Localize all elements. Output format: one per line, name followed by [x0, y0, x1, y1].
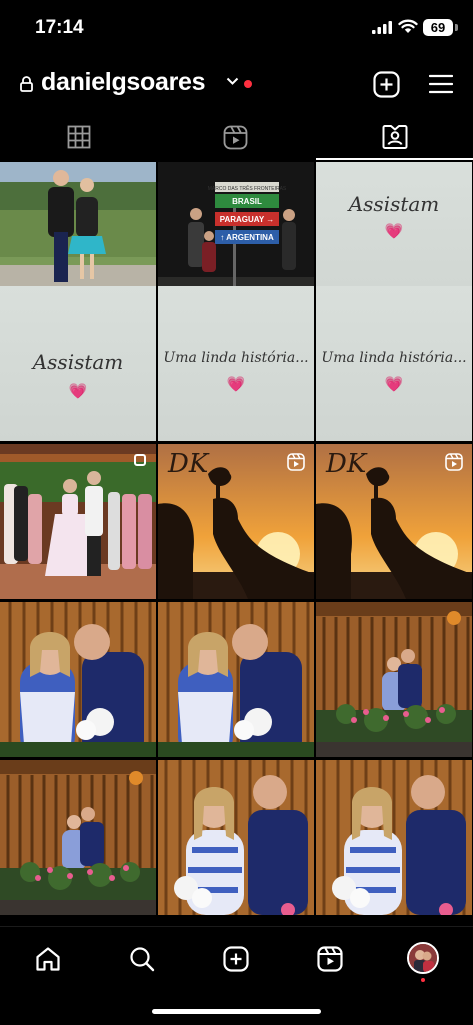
post-thumbnail[interactable]	[0, 602, 156, 757]
nav-home-button[interactable]	[28, 941, 68, 977]
cellular-signal-icon	[372, 21, 392, 34]
post-caption-text: Uma linda história...	[163, 350, 309, 366]
hamburger-menu-icon	[429, 74, 453, 94]
post-thumbnail[interactable]	[0, 760, 156, 915]
svg-text:PARAGUAY →: PARAGUAY →	[220, 215, 275, 224]
post-thumbnail[interactable]: DK	[316, 444, 472, 599]
post-thumbnail[interactable]	[316, 760, 472, 915]
post-caption-text: Assistam	[32, 350, 124, 374]
battery-tip	[455, 24, 458, 31]
post-photo	[316, 602, 472, 757]
posts-grid: MARCO DAS TRÊS FRONTEIRAS BRASIL PARAGUA…	[0, 162, 473, 924]
reels-badge-icon	[445, 453, 463, 471]
heart-icon: 💗	[384, 223, 404, 240]
post-thumbnail[interactable]	[316, 602, 472, 757]
post-photo	[158, 760, 314, 915]
chevron-down-icon[interactable]	[226, 77, 239, 86]
tab-reels[interactable]	[157, 114, 314, 160]
wifi-icon	[398, 19, 418, 33]
svg-text:MARCO DAS TRÊS FRONTEIRAS: MARCO DAS TRÊS FRONTEIRAS	[208, 184, 287, 192]
profile-tabs	[0, 114, 473, 160]
post-thumbnail[interactable]: Uma linda história... 💗	[158, 286, 314, 441]
username-title[interactable]: danielgsoares	[41, 68, 206, 97]
post-thumbnail[interactable]	[0, 444, 156, 599]
svg-text:DK: DK	[325, 449, 368, 479]
nav-reels-button[interactable]	[310, 941, 350, 977]
tagged-person-icon	[382, 125, 407, 149]
carousel-icon	[134, 454, 146, 466]
grid-icon	[67, 125, 90, 149]
reels-badge-icon	[287, 453, 305, 471]
heart-icon: 💗	[68, 383, 88, 400]
reels-icon	[223, 125, 248, 149]
post-photo	[316, 760, 472, 915]
post-photo	[0, 760, 156, 915]
nav-profile-avatar[interactable]	[407, 942, 439, 974]
tab-tagged[interactable]	[316, 114, 473, 160]
post-thumbnail[interactable]: Assistam 💗	[0, 286, 156, 441]
lock-icon	[20, 76, 33, 92]
home-icon	[36, 947, 60, 971]
nav-search-button[interactable]	[122, 941, 162, 977]
avatar	[409, 944, 437, 972]
nav-create-button[interactable]	[216, 941, 256, 977]
post-caption-text: Assistam	[348, 192, 440, 216]
post-caption-text: Uma linda história...	[321, 350, 467, 366]
status-time: 17:14	[35, 17, 84, 38]
post-thumbnail[interactable]: Uma linda história... 💗	[316, 286, 472, 441]
post-photo	[0, 602, 156, 757]
profile-notification-dot	[421, 978, 425, 982]
post-thumbnail[interactable]	[158, 760, 314, 915]
reels-icon	[317, 946, 343, 972]
post-photo	[0, 444, 156, 599]
notification-dot	[244, 80, 252, 88]
tab-grid[interactable]	[0, 114, 157, 160]
battery-indicator: 69	[423, 19, 453, 36]
svg-text:BRASIL: BRASIL	[232, 197, 262, 206]
post-thumbnail[interactable]	[158, 602, 314, 757]
home-indicator[interactable]	[152, 1009, 321, 1014]
search-icon	[130, 947, 155, 972]
status-bar: 17:14 69	[0, 0, 473, 58]
svg-text:↑ ARGENTINA: ↑ ARGENTINA	[220, 233, 274, 242]
post-photo	[158, 602, 314, 757]
create-icon	[223, 946, 249, 972]
active-tab-indicator	[316, 158, 473, 160]
create-post-button[interactable]	[371, 69, 401, 99]
menu-button[interactable]	[426, 69, 456, 99]
profile-header: danielgsoares	[0, 62, 473, 108]
plus-square-icon	[372, 70, 400, 98]
heart-icon: 💗	[226, 376, 246, 393]
post-thumbnail[interactable]: DK	[158, 444, 314, 599]
heart-icon: 💗	[384, 376, 404, 393]
svg-text:DK: DK	[167, 449, 210, 479]
